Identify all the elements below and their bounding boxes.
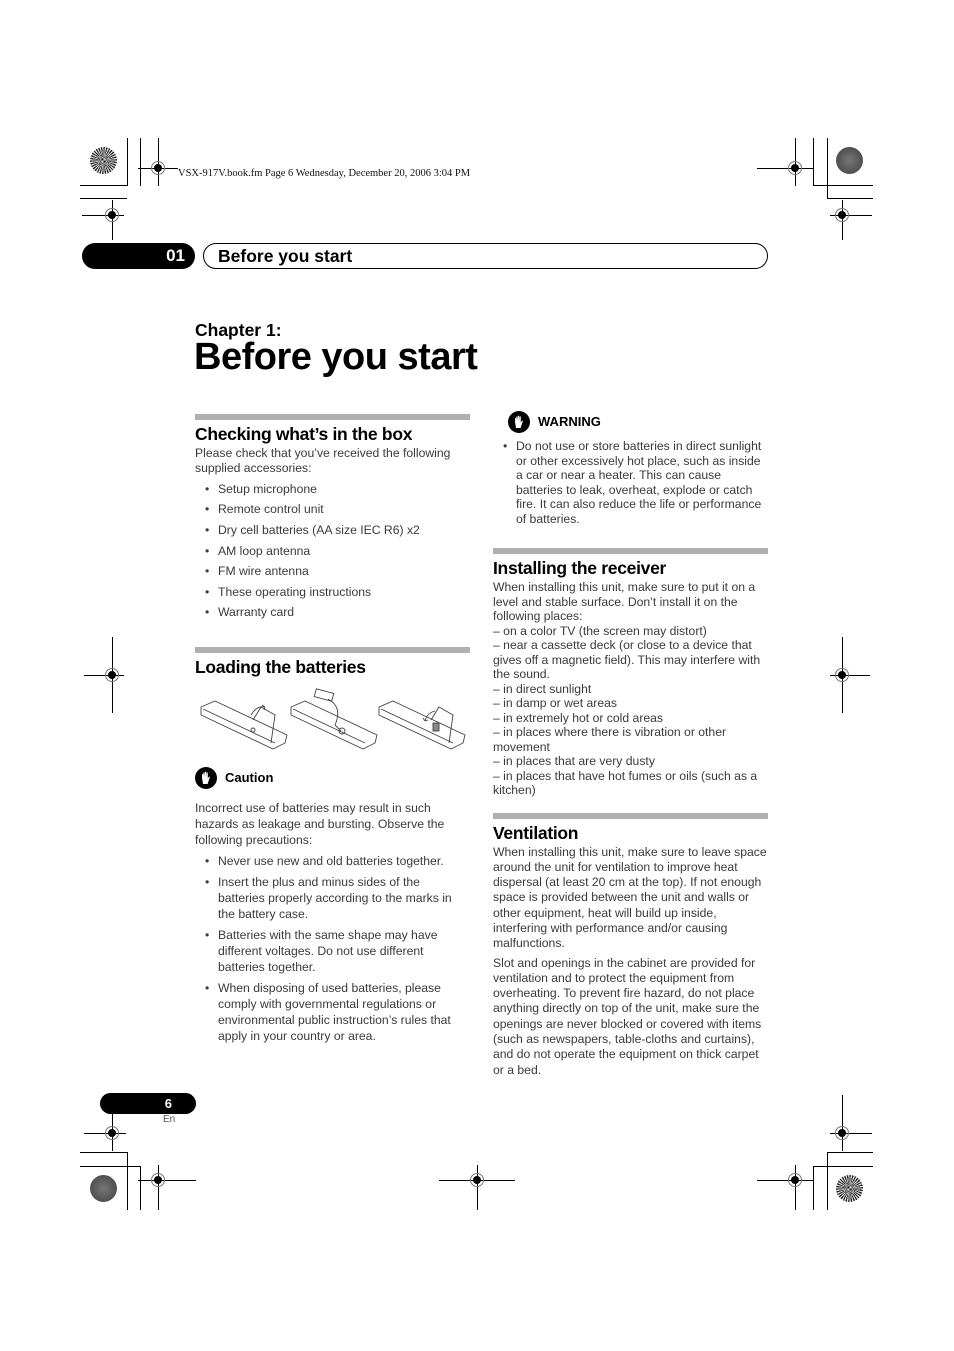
crop-line [813, 138, 814, 186]
section-checking-box: Checking what’s in the box Please check … [195, 414, 470, 621]
remote-step-3 [378, 700, 466, 750]
crop-line [827, 1152, 828, 1210]
left-column: Checking what’s in the box Please check … [195, 414, 470, 1044]
caution-label: Caution [225, 770, 274, 786]
section-heading: Installing the receiver [493, 558, 667, 578]
right-column: WARNING Do not use or store batteries in… [493, 411, 768, 1078]
battery-loading-illustration [200, 688, 466, 750]
warning-box: WARNING Do not use or store batteries in… [493, 411, 768, 526]
list-item: – in places where there is vibration or … [493, 725, 727, 754]
list-item: – in places that are very dusty [493, 754, 655, 768]
caution-intro: Incorrect use of batteries may result in… [195, 800, 445, 847]
list-item: Warranty card [195, 605, 470, 621]
list-item: – near a cassette deck (or close to a de… [493, 638, 761, 681]
crop-line [127, 1152, 128, 1210]
paragraph: When installing this unit, make sure to … [493, 844, 767, 951]
chapter-number-tab: 01 [82, 243, 195, 269]
remote-step-2 [290, 688, 378, 750]
section-ventilation: Ventilation When installing this unit, m… [493, 812, 768, 1078]
caution-box: Caution Incorrect use of batteries may r… [195, 766, 470, 1044]
hand-stop-icon [508, 411, 530, 433]
list-item: – in direct sunlight [493, 681, 592, 696]
section-rule [493, 812, 768, 819]
list-item: When disposing of used batteries, please… [195, 980, 470, 1044]
list-item: Remote control unit [195, 502, 470, 518]
crop-line [813, 185, 873, 186]
crop-line [813, 1166, 873, 1167]
section-loading-batteries: Loading the batteries [195, 646, 470, 760]
section-intro: Please check that you’ve received the fo… [195, 446, 451, 476]
chapter-title-bar: Before you start [203, 243, 768, 269]
hand-stop-icon [195, 766, 217, 789]
section-heading: Loading the batteries [195, 656, 366, 677]
list-item: AM loop antenna [195, 544, 470, 560]
list-item: Batteries with the same shape may have d… [195, 927, 470, 975]
list-item: Do not use or store batteries in direct … [493, 439, 768, 526]
list-item: FM wire antenna [195, 564, 470, 580]
crop-line [80, 198, 127, 199]
list-item: Never use new and old batteries together… [195, 853, 470, 869]
crop-line [827, 198, 873, 199]
warning-label: WARNING [538, 414, 601, 430]
crop-line [80, 1152, 127, 1153]
installing-body: When installing this unit, make sure to … [493, 580, 768, 798]
section-rule [195, 646, 470, 653]
list-item: Insert the plus and minus sides of the b… [195, 874, 470, 922]
crop-line [827, 138, 828, 199]
list-item: These operating instructions [195, 585, 470, 601]
list-item: – in extremely hot or cold areas [493, 710, 664, 725]
color-target-icon [836, 1175, 863, 1202]
crop-line [140, 1166, 141, 1210]
section-heading: Checking what’s in the box [195, 424, 413, 444]
crop-line [80, 1166, 140, 1167]
section-rule [195, 414, 470, 420]
page-title: Before you start [194, 336, 478, 378]
section-intro: When installing this unit, make sure to … [493, 580, 756, 623]
list-item: Dry cell batteries (AA size IEC R6) x2 [195, 523, 470, 539]
color-target-icon [90, 147, 117, 174]
color-target-icon [90, 1175, 117, 1202]
list-item: – in damp or wet areas [493, 696, 617, 710]
print-header: VSX-917V.book.fm Page 6 Wednesday, Decem… [178, 168, 471, 179]
warning-list: Do not use or store batteries in direct … [493, 439, 768, 526]
page-language: En [163, 1114, 176, 1125]
crop-line [80, 185, 127, 186]
caution-list: Never use new and old batteries together… [195, 853, 470, 1044]
crop-line [827, 1152, 873, 1153]
paragraph: Slot and openings in the cabinet are pro… [493, 955, 762, 1077]
accessories-list: Setup microphone Remote control unit Dry… [195, 482, 470, 621]
page-number: 6 [100, 1093, 196, 1114]
list-item: Setup microphone [195, 482, 470, 498]
remote-step-1 [200, 700, 288, 750]
caution-header: Caution [195, 766, 470, 789]
section-installing-receiver: Installing the receiver When installing … [493, 548, 768, 798]
section-rule [493, 548, 768, 554]
crop-line [813, 1166, 814, 1210]
crop-line [140, 138, 141, 186]
list-item: – on a color TV (the screen may distort) [493, 623, 707, 638]
section-heading: Ventilation [493, 822, 579, 843]
warning-header: WARNING [508, 411, 768, 433]
color-target-icon [836, 147, 863, 174]
crop-line [127, 138, 128, 186]
list-item: – in places that have hot fumes or oils … [493, 768, 758, 798]
